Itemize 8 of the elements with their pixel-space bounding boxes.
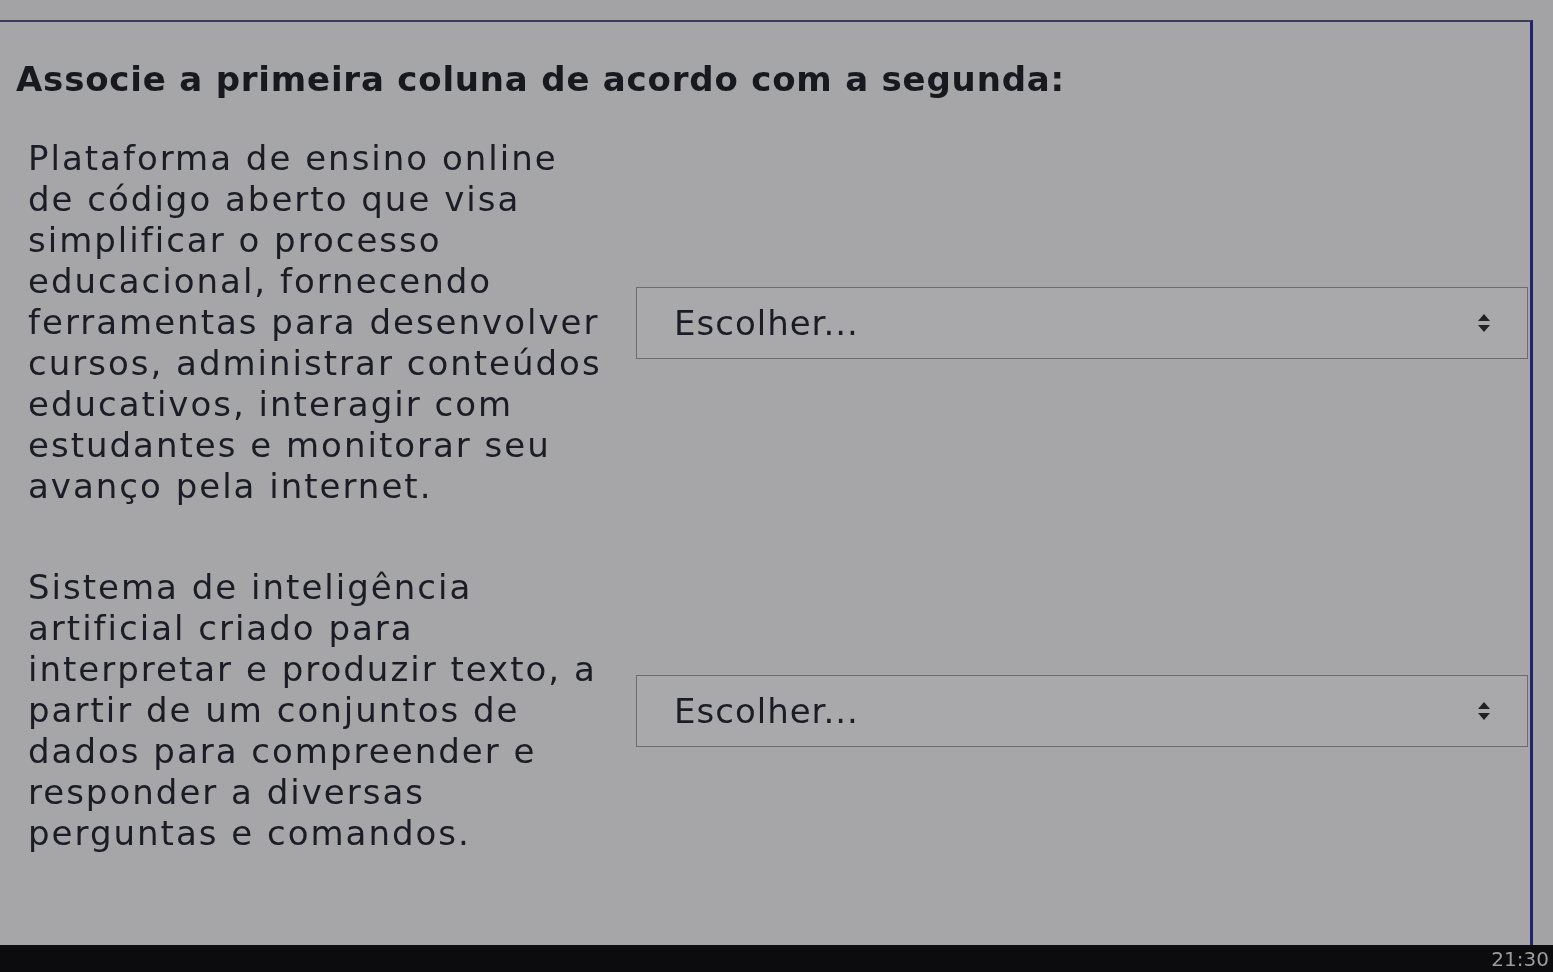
up-down-arrows-icon <box>1477 700 1491 721</box>
prompt-text: Sistema de inteligência artificial criado para interpretar e produzir texto, a partir de um conjuntos de dados para compreender e responder a diversas perguntas e comandos. <box>28 567 598 854</box>
prompt-text: Plataforma de ensino online de código aberto que visa simplificar o processo educacional, fornecendo ferramentas para desenvolver cursos, administrar conteúdos educativos, interagir com estudantes e monitorar seu avanço pela internet. <box>28 138 603 507</box>
dropdown-select[interactable]: Escolher... <box>636 286 1528 359</box>
up-down-arrows-icon <box>1477 312 1491 333</box>
question-text: Associe a primeira coluna de acordo com a segunda: <box>16 58 1066 100</box>
dropdown-select[interactable]: Escolher... <box>636 674 1528 747</box>
clock-text: 21:30 <box>1491 946 1549 971</box>
